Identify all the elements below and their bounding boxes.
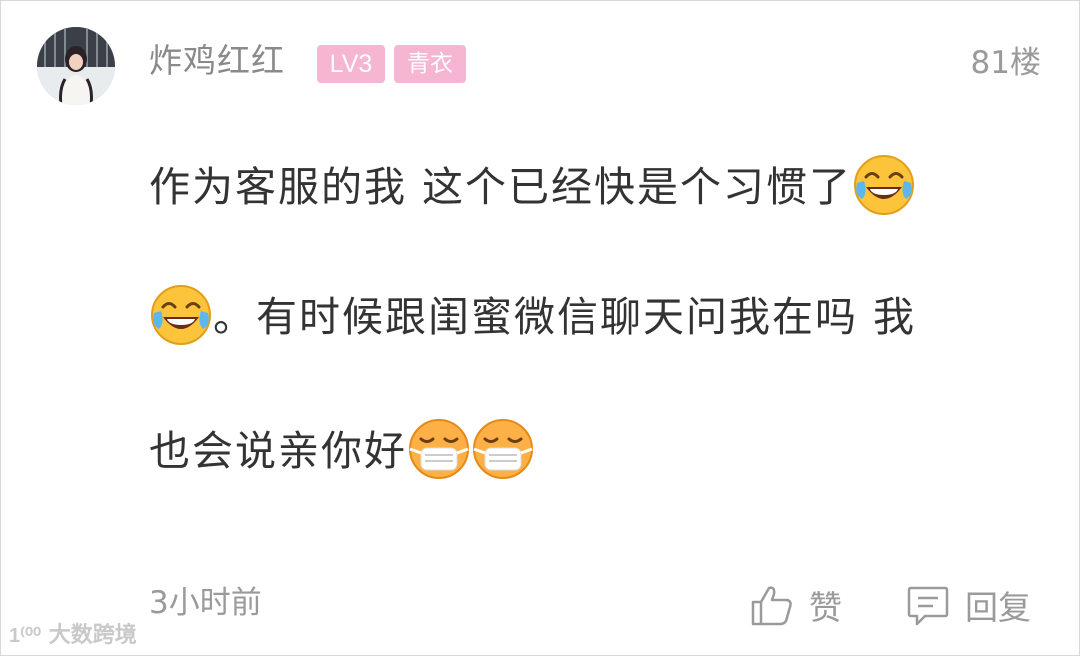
face-with-mask-emoji-icon — [471, 417, 535, 481]
like-button[interactable]: 赞 — [749, 581, 842, 629]
reply-button[interactable]: 回复 — [905, 581, 1031, 629]
reply-label: 回复 — [965, 588, 1031, 627]
avatar[interactable] — [37, 27, 115, 105]
comment-text: 也会说亲你好 — [149, 427, 407, 475]
comment-line-1: 作为客服的我 这个已经快是个习惯了 — [149, 155, 916, 217]
watermark-text: 大数跨境 — [48, 623, 137, 648]
post-time: 3小时前 — [149, 585, 262, 621]
level-badge: LV3 — [317, 45, 385, 83]
comment-card: 炸鸡红红 LV3 青衣 81楼 作为客服的我 这个已经快是个习惯了 。有时候跟闺… — [0, 0, 1080, 656]
rank-badge: 青衣 — [394, 45, 466, 83]
comment-line-3: 也会说亲你好 — [149, 419, 535, 481]
watermark: 1⁽⁰⁰ 大数跨境 — [9, 623, 137, 648]
floor-number: 81楼 — [970, 45, 1041, 81]
comment-icon — [905, 582, 951, 628]
comment-text: 作为客服的我 这个已经快是个习惯了 — [149, 163, 853, 211]
laughing-crying-emoji-icon — [852, 153, 916, 217]
thumbs-up-icon — [749, 582, 795, 628]
comment-text: 。有时候跟闺蜜微信聊天问我在吗 我 — [213, 293, 917, 341]
comment-line-2: 。有时候跟闺蜜微信聊天问我在吗 我 — [149, 285, 917, 347]
like-label: 赞 — [809, 588, 842, 627]
face-with-mask-emoji-icon — [407, 417, 471, 481]
username[interactable]: 炸鸡红红 — [149, 39, 285, 83]
laughing-crying-emoji-icon — [149, 283, 213, 347]
